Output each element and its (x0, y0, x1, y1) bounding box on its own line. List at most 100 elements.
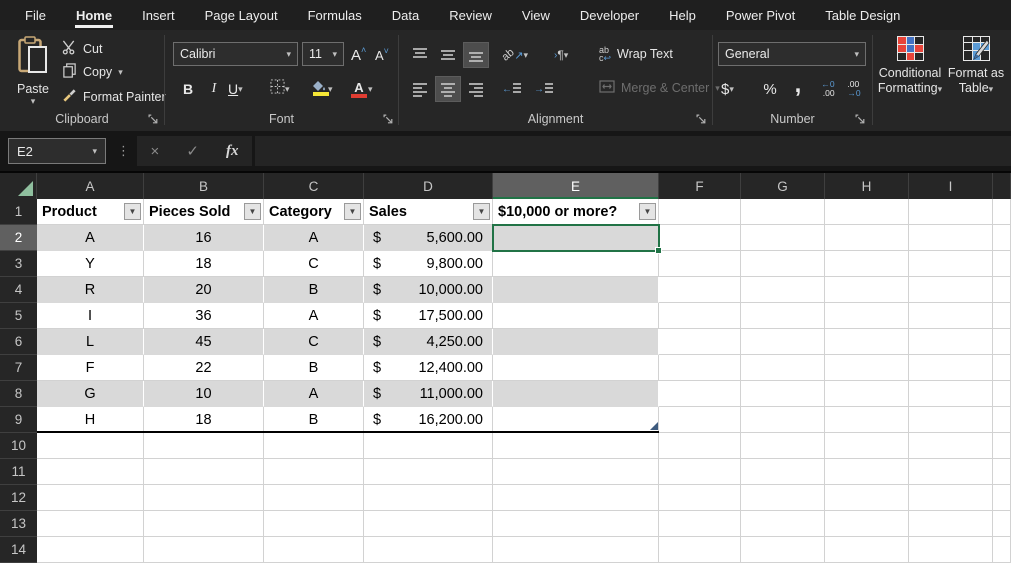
comma-style-button[interactable]: , (785, 73, 811, 102)
cell-E6[interactable] (493, 329, 659, 355)
row-header-8[interactable]: 8 (0, 381, 37, 407)
center-button[interactable] (435, 76, 461, 102)
menu-tab-review[interactable]: Review (434, 0, 507, 30)
cell-G7[interactable] (741, 355, 825, 381)
cell-D1[interactable]: Sales ▼ (364, 199, 493, 225)
cell-I6[interactable] (909, 329, 993, 355)
cell-F3[interactable] (659, 251, 741, 277)
number-format-select[interactable]: General ▾ (718, 42, 866, 66)
cell-X14[interactable] (993, 537, 1011, 563)
cell-D9[interactable]: $16,200.00 (364, 407, 493, 433)
alignment-dialog-launcher-icon[interactable] (696, 112, 709, 125)
menu-tab-home[interactable]: Home (61, 0, 127, 30)
filter-dropdown-icon[interactable]: ▼ (639, 203, 656, 220)
cell-H14[interactable] (825, 537, 909, 563)
number-dialog-launcher-icon[interactable] (855, 112, 868, 125)
cell-A5[interactable]: I (37, 303, 144, 329)
menu-tab-data[interactable]: Data (377, 0, 434, 30)
cell-D12[interactable] (364, 485, 493, 511)
cell-E10[interactable] (493, 433, 659, 459)
cell-X4[interactable] (993, 277, 1011, 303)
fill-handle[interactable] (655, 247, 662, 254)
cell-C4[interactable]: B (264, 277, 364, 303)
menu-tab-help[interactable]: Help (654, 0, 711, 30)
row-header-2[interactable]: 2 (0, 225, 37, 251)
cell-H5[interactable] (825, 303, 909, 329)
cell-B2[interactable]: 16 (144, 225, 264, 251)
cell-F12[interactable] (659, 485, 741, 511)
cell-I10[interactable] (909, 433, 993, 459)
cell-F1[interactable] (659, 199, 741, 225)
column-header-E[interactable]: E (493, 173, 659, 199)
cell-F2[interactable] (659, 225, 741, 251)
filter-dropdown-icon[interactable]: ▼ (124, 203, 141, 220)
menu-tab-formulas[interactable]: Formulas (293, 0, 377, 30)
cell-G4[interactable] (741, 277, 825, 303)
cell-E3[interactable] (493, 251, 659, 277)
name-box[interactable]: E2 ▾ (8, 138, 106, 164)
menu-tab-developer[interactable]: Developer (565, 0, 654, 30)
cell-C2[interactable]: A (264, 225, 364, 251)
cell-B1[interactable]: Pieces Sold ▼ (144, 199, 264, 225)
cell-I14[interactable] (909, 537, 993, 563)
insert-function-icon[interactable]: fx (226, 143, 239, 160)
cell-I9[interactable] (909, 407, 993, 433)
borders-button[interactable]: ▾ (267, 76, 293, 102)
cell-C11[interactable] (264, 459, 364, 485)
cell-E14[interactable] (493, 537, 659, 563)
cell-I3[interactable] (909, 251, 993, 277)
cell-D5[interactable]: $17,500.00 (364, 303, 493, 329)
column-header-partial[interactable] (993, 173, 1011, 199)
cell-G5[interactable] (741, 303, 825, 329)
cell-E4[interactable] (493, 277, 659, 303)
select-all-button[interactable] (0, 173, 37, 199)
cell-D13[interactable] (364, 511, 493, 537)
cell-B12[interactable] (144, 485, 264, 511)
column-header-I[interactable]: I (909, 173, 993, 199)
cell-B7[interactable]: 22 (144, 355, 264, 381)
cell-I13[interactable] (909, 511, 993, 537)
increase-decimal-button[interactable]: ←0.00 (815, 76, 841, 102)
cell-X2[interactable] (993, 225, 1011, 251)
cell-F10[interactable] (659, 433, 741, 459)
cell-C1[interactable]: Category ▼ (264, 199, 364, 225)
row-header-14[interactable]: 14 (0, 537, 37, 563)
cell-D11[interactable] (364, 459, 493, 485)
font-size-select[interactable]: 11 ▾ (302, 42, 344, 66)
cell-G8[interactable] (741, 381, 825, 407)
cell-X9[interactable] (993, 407, 1011, 433)
cell-D2[interactable]: $5,600.00 (364, 225, 493, 251)
row-header-5[interactable]: 5 (0, 303, 37, 329)
cell-H3[interactable] (825, 251, 909, 277)
bottom-align-button[interactable] (463, 42, 489, 68)
cell-X5[interactable] (993, 303, 1011, 329)
cell-G12[interactable] (741, 485, 825, 511)
row-header-6[interactable]: 6 (0, 329, 37, 355)
cell-F4[interactable] (659, 277, 741, 303)
column-header-C[interactable]: C (264, 173, 364, 199)
cell-C14[interactable] (264, 537, 364, 563)
cell-H1[interactable] (825, 199, 909, 225)
cell-B9[interactable]: 18 (144, 407, 264, 433)
cell-H9[interactable] (825, 407, 909, 433)
column-header-D[interactable]: D (364, 173, 493, 199)
row-header-11[interactable]: 11 (0, 459, 37, 485)
cut-button[interactable]: Cut (62, 40, 102, 58)
cell-H8[interactable] (825, 381, 909, 407)
align-right-button[interactable] (463, 76, 489, 102)
cell-E7[interactable] (493, 355, 659, 381)
font-color-button[interactable]: A ▾ (347, 76, 376, 102)
cell-X7[interactable] (993, 355, 1011, 381)
cell-I7[interactable] (909, 355, 993, 381)
cancel-icon[interactable]: × (151, 143, 160, 160)
row-header-3[interactable]: 3 (0, 251, 37, 277)
font-name-select[interactable]: Calibri ▾ (173, 42, 298, 66)
cell-A12[interactable] (37, 485, 144, 511)
cell-A1[interactable]: Product ▼ (37, 199, 144, 225)
font-dialog-launcher-icon[interactable] (383, 112, 396, 125)
cell-A4[interactable]: R (37, 277, 144, 303)
paste-button[interactable]: Paste ▾ (8, 36, 58, 124)
cell-C8[interactable]: A (264, 381, 364, 407)
fill-color-button[interactable]: ▾ (307, 76, 336, 102)
cell-X10[interactable] (993, 433, 1011, 459)
